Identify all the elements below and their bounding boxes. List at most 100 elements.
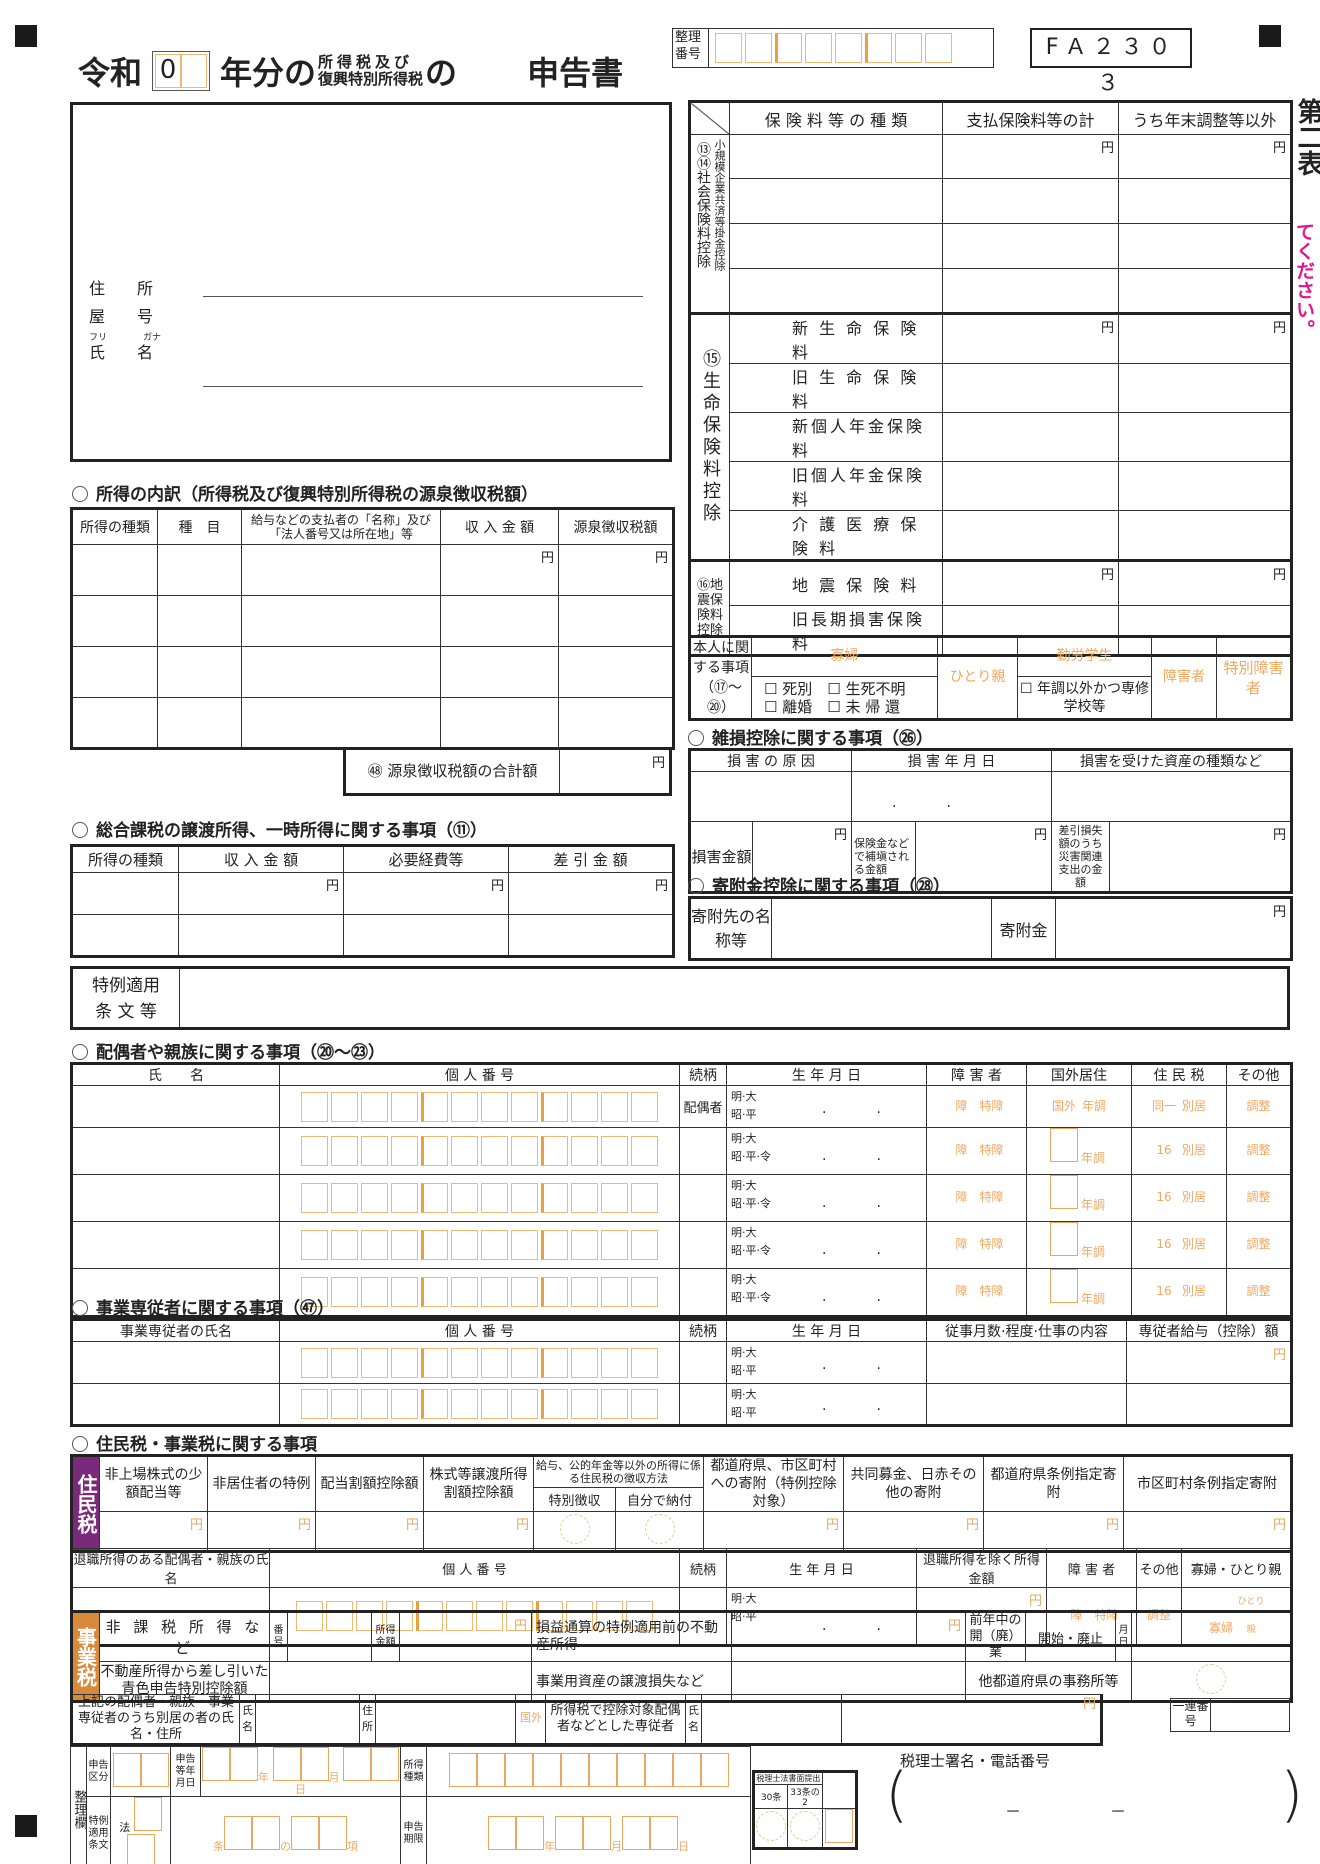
table-cell[interactable] — [729, 268, 943, 314]
table-cell[interactable]: 円 — [315, 1511, 424, 1552]
table-cell[interactable] — [241, 646, 441, 698]
working-student-stamp[interactable]: 勤労学生 — [1057, 638, 1113, 676]
abroad-stamp[interactable]: 国外 — [516, 1704, 546, 1734]
table-cell[interactable]: 円 — [731, 1611, 966, 1662]
table-cell[interactable] — [1131, 1611, 1292, 1662]
table-cell[interactable] — [942, 412, 1119, 462]
table-cell[interactable]: 円 — [1118, 313, 1292, 364]
table-cell[interactable] — [679, 1268, 727, 1317]
table-cell[interactable] — [1118, 178, 1292, 224]
table-cell[interactable] — [701, 1694, 842, 1745]
table-cell[interactable] — [71, 697, 158, 749]
table-cell[interactable] — [241, 697, 441, 749]
table-cell[interactable]: 明·大 昭·平·令 ·· — [726, 1268, 927, 1317]
table-cell[interactable] — [426, 1746, 751, 1797]
other-office-stamp[interactable] — [1196, 1664, 1226, 1694]
table-cell[interactable] — [71, 914, 179, 957]
table-cell[interactable]: 年月日 — [426, 1796, 751, 1864]
table-cell[interactable]: 円 — [99, 1511, 208, 1552]
table-cell[interactable]: 円 — [508, 872, 674, 915]
table-cell[interactable] — [729, 223, 943, 269]
table-cell[interactable] — [558, 646, 674, 698]
personal-number-input[interactable] — [280, 1276, 679, 1308]
table-cell[interactable]: 円 — [843, 1511, 984, 1552]
student-checkbox[interactable]: ☐ 年調以外かつ専修学校等 — [1017, 676, 1152, 720]
table-cell[interactable]: 円 — [942, 560, 1119, 606]
table-cell[interactable] — [71, 872, 179, 915]
table-cell[interactable] — [440, 697, 559, 749]
table-cell[interactable] — [926, 1341, 1127, 1384]
table-cell[interactable] — [71, 595, 158, 647]
art30-stamp[interactable] — [756, 1811, 787, 1841]
table-cell[interactable] — [942, 268, 1119, 314]
table-cell[interactable] — [241, 544, 441, 596]
name-input[interactable] — [203, 335, 643, 387]
table-cell[interactable]: 円 — [1123, 1511, 1292, 1552]
table-cell[interactable]: ·· — [851, 771, 1052, 822]
employee-name-input[interactable] — [71, 1341, 280, 1384]
employee-name-input[interactable] — [71, 1383, 280, 1426]
table-cell[interactable]: 円 — [841, 1694, 1102, 1745]
widow-stamp[interactable]: 寡婦 — [831, 638, 859, 676]
table-cell[interactable]: 円 — [703, 1511, 844, 1552]
table-cell[interactable] — [440, 595, 559, 647]
personal-number-input[interactable] — [280, 1182, 679, 1214]
table-cell[interactable] — [157, 595, 242, 647]
table-cell[interactable] — [942, 223, 1119, 269]
table-cell[interactable] — [241, 595, 441, 647]
table-cell[interactable]: 明·大 昭·平 ·· — [726, 1341, 927, 1384]
donation-amount-input[interactable]: 円 — [1055, 897, 1292, 960]
table-cell[interactable] — [157, 646, 242, 698]
table-cell[interactable]: 円 — [207, 1511, 316, 1552]
personal-number-input[interactable] — [280, 1135, 679, 1167]
table-cell[interactable]: 円 — [942, 134, 1119, 179]
table-cell[interactable] — [942, 363, 1119, 413]
table-cell[interactable] — [71, 646, 158, 698]
bereaved-checkbox[interactable]: ☐ 死別 — [764, 680, 812, 698]
dependent-name-input[interactable] — [71, 1221, 280, 1269]
doc-box[interactable] — [824, 1809, 853, 1843]
table-cell[interactable]: 条の項 — [170, 1796, 401, 1864]
missing-checkbox[interactable]: ☐ 生死不明 — [827, 680, 905, 698]
special-disabled-stamp[interactable]: 特別障害者 — [1216, 636, 1292, 720]
donation-recipient-input[interactable] — [771, 897, 992, 960]
accountant-signature-field[interactable]: ( － － ) — [885, 1760, 1305, 1838]
serial-number-input[interactable] — [1211, 1699, 1289, 1731]
table-cell[interactable]: 配偶者 — [679, 1085, 727, 1128]
table-cell[interactable] — [729, 178, 943, 224]
table-cell[interactable] — [689, 771, 852, 822]
table-cell[interactable] — [178, 914, 344, 957]
table-cell[interactable] — [1118, 412, 1292, 462]
dependent-name-input[interactable] — [71, 1085, 280, 1128]
table-cell[interactable] — [1126, 1383, 1292, 1426]
table-cell[interactable] — [110, 1746, 171, 1797]
dependent-name-input[interactable] — [71, 1127, 280, 1175]
table-cell[interactable] — [679, 1174, 727, 1222]
table-cell[interactable] — [679, 1127, 727, 1175]
table-cell[interactable]: 明·大 昭·平 ·· — [726, 1085, 927, 1128]
table-cell[interactable] — [1051, 771, 1292, 822]
personal-number-input[interactable] — [280, 1388, 679, 1420]
table-cell[interactable]: 円 — [1118, 134, 1292, 179]
self-payment-stamp[interactable] — [644, 1514, 675, 1544]
table-cell[interactable] — [508, 914, 674, 957]
table-cell[interactable]: 円 — [440, 544, 559, 596]
withholding-total-input[interactable]: 円 — [560, 750, 669, 793]
table-cell[interactable] — [375, 1694, 516, 1745]
art33-stamp[interactable] — [789, 1811, 820, 1841]
table-cell[interactable] — [440, 646, 559, 698]
table-cell[interactable] — [679, 1341, 727, 1384]
table-cell[interactable] — [157, 697, 242, 749]
abroad-box[interactable] — [1050, 1269, 1078, 1303]
table-cell[interactable]: 円 — [343, 872, 509, 915]
table-cell[interactable]: 円 — [1126, 1341, 1292, 1384]
table-cell[interactable] — [942, 510, 1119, 561]
address-input[interactable] — [203, 245, 643, 297]
table-cell[interactable]: 円 — [983, 1511, 1124, 1552]
table-cell[interactable] — [558, 697, 674, 749]
table-cell[interactable]: 円 — [942, 313, 1119, 364]
table-cell[interactable]: 明·大 昭·平·令 ·· — [726, 1174, 927, 1222]
table-cell[interactable] — [1118, 510, 1292, 561]
abroad-box[interactable] — [1050, 1175, 1078, 1209]
table-cell[interactable]: 円 — [423, 1511, 534, 1552]
